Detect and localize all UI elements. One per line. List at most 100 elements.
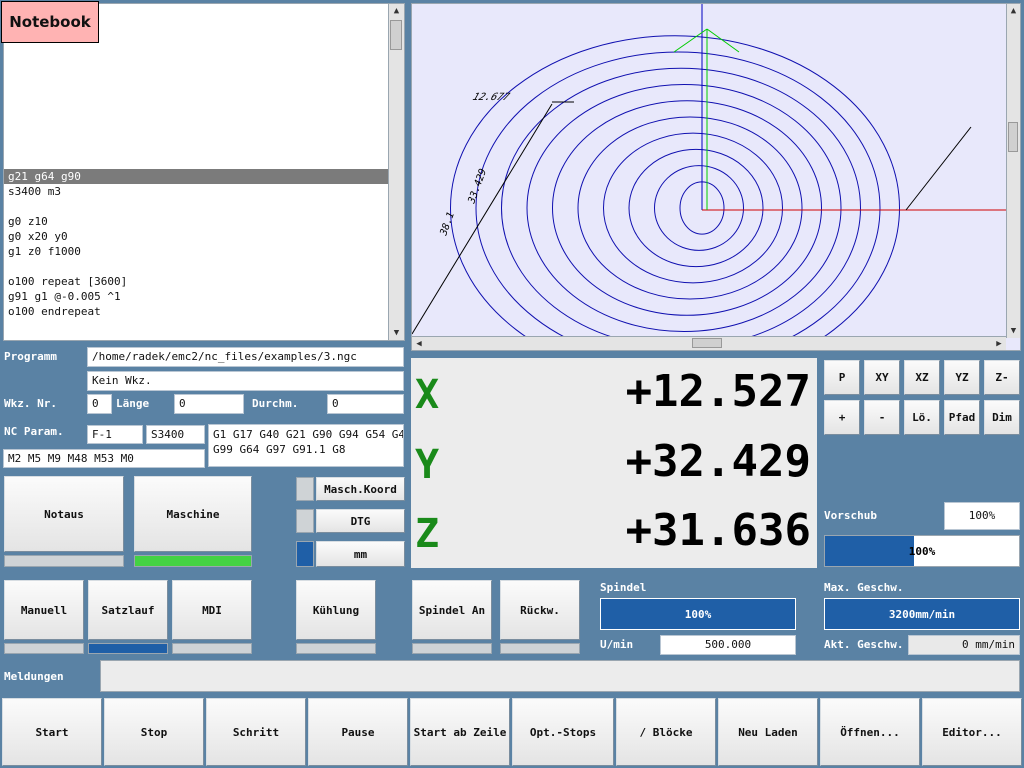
oeffnen-button[interactable]: Öffnen... <box>820 698 920 766</box>
notaus-button[interactable]: Notaus <box>4 476 124 552</box>
laenge-label: Länge <box>116 397 150 410</box>
program-code[interactable]: g21 g64 g90 s3400 m3 g0 z10 g0 x20 y0 g1 z0 … <box>4 4 388 319</box>
satzlauf-indicator <box>88 643 168 654</box>
spindel-override-bar[interactable]: 100% <box>600 598 796 630</box>
program-line[interactable] <box>4 124 388 139</box>
bloecke-button[interactable]: / Blöcke <box>616 698 716 766</box>
umin-label: U/min <box>600 638 634 651</box>
programm-label: Programm <box>4 350 57 363</box>
mdi-indicator <box>172 643 252 654</box>
program-line[interactable] <box>4 199 388 214</box>
opt-stops-button[interactable]: Opt.-Stops <box>512 698 614 766</box>
program-line[interactable]: s3400 m3 <box>4 184 388 199</box>
dtg-indicator <box>296 509 314 533</box>
rueckw-button[interactable]: Rückw. <box>500 580 580 640</box>
view-p-button[interactable]: P <box>824 360 860 395</box>
preview-canvas[interactable]: 12.677 33.429 38.1 <box>412 4 1006 338</box>
schritt-button[interactable]: Schritt <box>206 698 306 766</box>
spiral-ring <box>577 116 803 300</box>
satzlauf-button[interactable]: Satzlauf <box>88 580 168 640</box>
preview-h-scrollbar[interactable]: ◀ ▶ <box>412 336 1006 350</box>
program-line[interactable]: g0 x20 y0 <box>4 229 388 244</box>
vorschub-label: Vorschub <box>824 509 877 522</box>
neu-laden-button[interactable]: Neu Laden <box>718 698 818 766</box>
y-axis-label: Y <box>415 442 440 488</box>
preview-scroll-down-icon[interactable]: ▼ <box>1007 324 1020 338</box>
manuell-button[interactable]: Manuell <box>4 580 84 640</box>
durchm-field: 0 <box>327 394 404 414</box>
gcodes-line-2: G99 G64 G97 G91.1 G8 <box>213 443 346 456</box>
program-line[interactable] <box>4 79 388 94</box>
position-display: X +12.527 Y +32.429 Z +31.636 <box>411 358 817 568</box>
program-line[interactable] <box>4 109 388 124</box>
zoom-out-button[interactable]: - <box>864 400 900 435</box>
clear-button[interactable]: Lö. <box>904 400 940 435</box>
kuehlung-button[interactable]: Kühlung <box>296 580 376 640</box>
mdi-button[interactable]: MDI <box>172 580 252 640</box>
start-button[interactable]: Start <box>2 698 102 766</box>
z-axis-label: Z <box>415 511 440 557</box>
preview-v-scrollbar[interactable]: ▲ ▼ <box>1006 4 1020 338</box>
preview-scroll-left-icon[interactable]: ◀ <box>412 337 426 350</box>
preview-v-thumb[interactable] <box>1008 122 1018 152</box>
start-ab-zeile-button[interactable]: Start ab Zeile <box>410 698 510 766</box>
program-line[interactable]: g91 g1 @-0.005 ^1 <box>4 289 388 304</box>
max-geschw-label: Max. Geschw. <box>824 581 904 594</box>
masch-koord-indicator <box>296 477 314 501</box>
program-line[interactable] <box>4 154 388 169</box>
scroll-down-icon[interactable]: ▼ <box>389 326 404 340</box>
scroll-up-icon[interactable]: ▲ <box>389 4 404 18</box>
program-line[interactable]: o100 repeat [3600] <box>4 274 388 289</box>
program-scrollbar[interactable]: ▲ ▼ <box>388 4 404 340</box>
nc-param-label: NC Param. <box>4 425 64 438</box>
max-geschw-bar[interactable]: 3200mm/min <box>824 598 1020 630</box>
program-text-panel[interactable]: g21 g64 g90 s3400 m3 g0 z10 g0 x20 y0 g1 z0 … <box>3 3 405 341</box>
spindel-label: Spindel <box>600 581 647 594</box>
extent-line-diag <box>412 103 553 335</box>
dtg-button[interactable]: DTG <box>316 509 405 533</box>
scroll-thumb[interactable] <box>390 20 402 50</box>
notebook-tab[interactable]: Notebook <box>1 1 99 43</box>
spindel-an-button[interactable]: Spindel An <box>412 580 492 640</box>
umin-value: 500.000 <box>660 635 796 655</box>
program-line[interactable] <box>4 94 388 109</box>
pause-button[interactable]: Pause <box>308 698 408 766</box>
tool-marker-arm-right <box>706 28 740 53</box>
view-xz-button[interactable]: XZ <box>904 360 940 395</box>
toolpath-preview[interactable]: 12.677 33.429 38.1 ▲ ▼ ◀ ▶ <box>411 3 1021 351</box>
gcodes-field: G1 G17 G40 G21 G90 G94 G54 G49 G99 G64 G… <box>208 424 404 467</box>
durchm-label: Durchm. <box>252 397 299 410</box>
program-line[interactable] <box>4 139 388 154</box>
path-button[interactable]: Pfad <box>944 400 980 435</box>
meldungen-label: Meldungen <box>4 670 64 683</box>
extent-line-right <box>905 126 972 211</box>
program-line[interactable] <box>4 259 388 274</box>
program-line[interactable]: g0 z10 <box>4 214 388 229</box>
laenge-field: 0 <box>174 394 244 414</box>
z-position-value: +31.636 <box>625 505 811 556</box>
preview-h-thumb[interactable] <box>692 338 722 348</box>
editor-button[interactable]: Editor... <box>922 698 1022 766</box>
vorschub-value: 100% <box>944 502 1020 530</box>
dimensions-button[interactable]: Dim <box>984 400 1020 435</box>
spiral-ring <box>654 165 744 251</box>
view-z-minus-button[interactable]: Z- <box>984 360 1020 395</box>
maschine-button[interactable]: Maschine <box>134 476 252 552</box>
masch-koord-button[interactable]: Masch.Koord <box>316 477 405 501</box>
program-line[interactable] <box>4 64 388 79</box>
program-line[interactable]: g1 z0 f1000 <box>4 244 388 259</box>
program-line[interactable] <box>4 49 388 64</box>
program-line[interactable]: o100 endrepeat <box>4 304 388 319</box>
view-xy-button[interactable]: XY <box>864 360 900 395</box>
preview-scroll-right-icon[interactable]: ▶ <box>992 337 1006 350</box>
zoom-in-button[interactable]: + <box>824 400 860 435</box>
vorschub-slider[interactable]: 100% <box>824 535 1020 567</box>
toolpath-spiral <box>450 35 900 338</box>
preview-scroll-up-icon[interactable]: ▲ <box>1007 4 1020 18</box>
view-yz-button[interactable]: YZ <box>944 360 980 395</box>
mm-button[interactable]: mm <box>316 541 405 567</box>
vorschub-bar-label: 100% <box>908 544 936 558</box>
program-line[interactable]: g21 g64 g90 <box>4 169 388 184</box>
spiral-ring <box>501 67 861 338</box>
stop-button[interactable]: Stop <box>104 698 204 766</box>
